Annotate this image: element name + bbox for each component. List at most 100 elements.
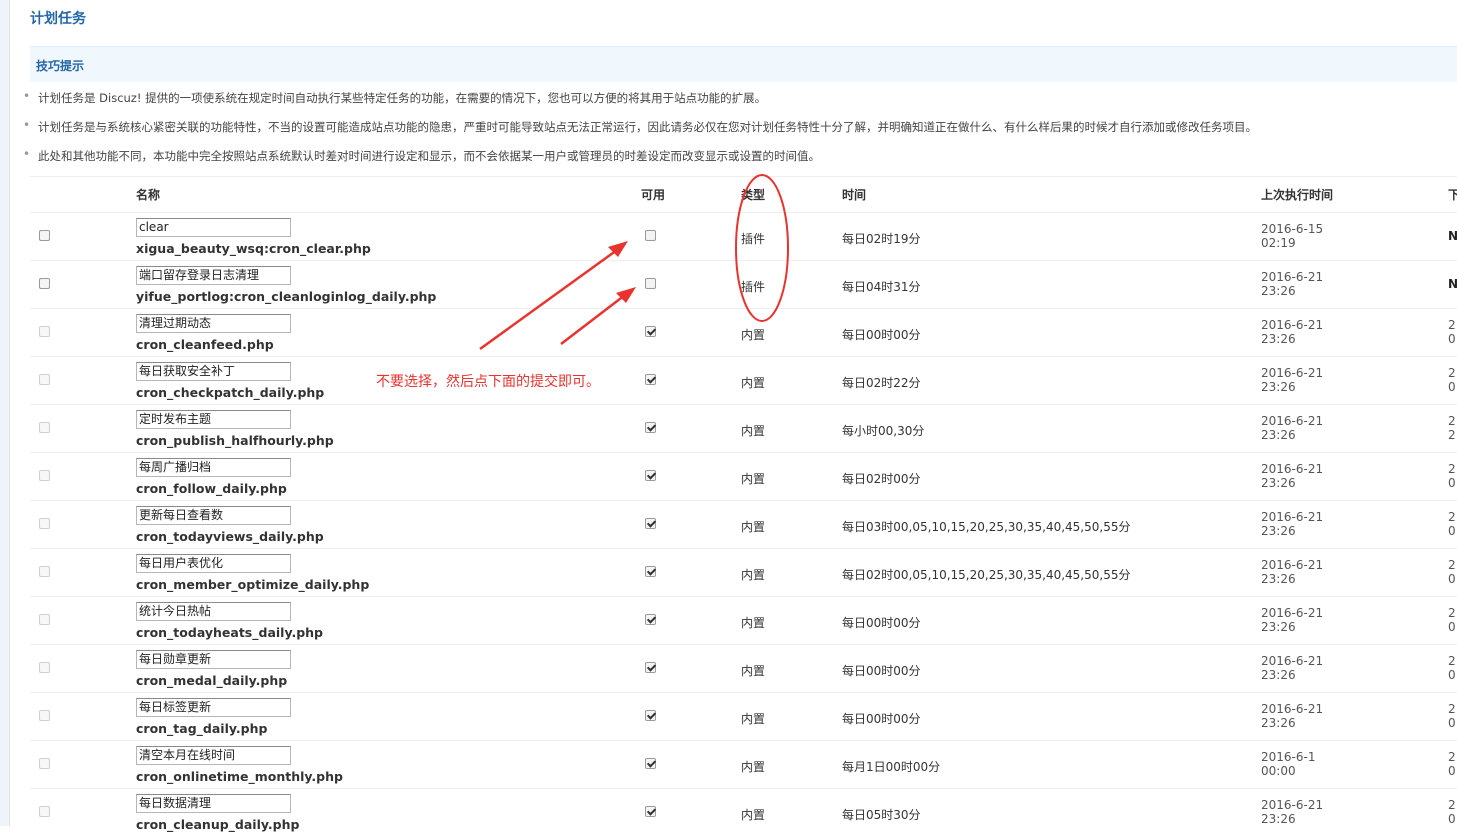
task-available-checkbox[interactable] — [645, 326, 656, 337]
row-select-checkbox[interactable] — [39, 278, 50, 289]
task-available-checkbox[interactable] — [645, 374, 656, 385]
next-run-line1: 2 — [1448, 558, 1456, 572]
table-row: 端口留存登录日志清理 yifue_portlog:cron_cleanloginl… — [30, 260, 1457, 309]
last-run-date: 2016-6-21 — [1261, 414, 1324, 428]
last-run-time: 00:00 — [1261, 764, 1296, 778]
task-script-filename: cron_tag_daily.php — [136, 721, 268, 736]
task-available-checkbox[interactable] — [645, 614, 656, 625]
last-run-time: 23:26 — [1261, 812, 1296, 826]
row-select-checkbox — [39, 662, 50, 673]
last-run-time: 23:26 — [1261, 620, 1296, 634]
task-last-run: 2016-6-21 23:26 — [1261, 606, 1323, 634]
task-type: 内置 — [741, 664, 766, 678]
table-row: 更新每日查看数 cron_todayviews_daily.php 内置 每日03时0… — [30, 500, 1457, 549]
last-run-time: 23:26 — [1261, 332, 1296, 346]
task-available-checkbox[interactable] — [645, 470, 656, 481]
task-schedule: 每日04时31分 — [842, 280, 921, 294]
next-run-line2: 0 — [1448, 332, 1456, 346]
task-name-input[interactable]: 定时发布主题 — [136, 410, 291, 429]
table-row: 每日勋章更新 cron_medal_daily.php 内置 每日00时00分 2016… — [30, 644, 1457, 693]
task-script-filename: cron_checkpatch_daily.php — [136, 385, 325, 400]
task-schedule: 每日02时00,05,10,15,20,25,30,35,40,45,50,55… — [842, 568, 1131, 582]
task-type: 内置 — [741, 520, 766, 534]
row-select-checkbox — [39, 758, 50, 769]
task-type: 内置 — [741, 712, 766, 726]
task-name-input[interactable]: 清空本月在线时间 — [136, 746, 291, 765]
task-name-input[interactable]: 每日勋章更新 — [136, 650, 291, 669]
task-available-checkbox[interactable] — [645, 806, 656, 817]
last-run-date: 2016-6-21 — [1261, 462, 1324, 476]
task-name-input[interactable]: 统计今日热帖 — [136, 602, 291, 621]
task-next-run: 20 — [1448, 750, 1456, 778]
task-available-checkbox[interactable] — [645, 230, 656, 241]
task-name-input[interactable]: 清理过期动态 — [136, 314, 291, 333]
last-run-date: 2016-6-21 — [1261, 606, 1324, 620]
task-next-run: 20 — [1448, 654, 1456, 682]
next-run-line2: 0 — [1448, 764, 1456, 778]
task-type: 内置 — [741, 616, 766, 630]
column-header-name: 名称 — [136, 188, 161, 202]
task-name-input[interactable]: 端口留存登录日志清理 — [136, 266, 291, 285]
column-header-available: 可用 — [641, 188, 666, 202]
task-name-input[interactable]: clear — [136, 218, 291, 237]
task-last-run: 2016-6-15 02:19 — [1261, 222, 1323, 250]
next-run-line2: 0 — [1448, 572, 1456, 586]
task-next-run: 20 — [1448, 702, 1456, 730]
task-available-checkbox[interactable] — [645, 422, 656, 433]
task-schedule: 每日00时00分 — [842, 328, 921, 342]
next-run-line1: 2 — [1448, 414, 1456, 428]
task-available-checkbox[interactable] — [645, 278, 656, 289]
last-run-date: 2016-6-1 — [1261, 750, 1316, 764]
annotation-text: 不要选择，然后点下面的提交即可。 — [376, 374, 600, 390]
table-row: 每周广播归档 cron_follow_daily.php 内置 每日02时00分 201… — [30, 452, 1457, 501]
task-name-input[interactable]: 每日数据清理 — [136, 794, 291, 813]
table-row: 清空本月在线时间 cron_onlinetime_monthly.php 内置 每月1… — [30, 740, 1457, 789]
task-type: 内置 — [741, 328, 766, 342]
task-available-checkbox[interactable] — [645, 566, 656, 577]
next-run-line1: 2 — [1448, 702, 1456, 716]
next-run-line1: N — [1448, 229, 1457, 243]
task-schedule: 每小时00,30分 — [842, 424, 925, 438]
task-available-checkbox[interactable] — [645, 710, 656, 721]
last-run-time: 23:26 — [1261, 572, 1296, 586]
tip-item: 此处和其他功能不同，本功能中完全按照站点系统默认时差对时间进行设定和显示，而不会… — [23, 147, 820, 164]
table-row: 每日用户表优化 cron_member_optimize_daily.php 内置 每… — [30, 548, 1457, 597]
task-last-run: 2016-6-21 23:26 — [1261, 558, 1323, 586]
task-last-run: 2016-6-21 23:26 — [1261, 510, 1323, 538]
task-name-input[interactable]: 每日获取安全补丁 — [136, 362, 291, 381]
tips-header: 技巧提示 — [30, 46, 1457, 82]
next-run-line1: 2 — [1448, 750, 1456, 764]
last-run-date: 2016-6-21 — [1261, 510, 1324, 524]
table-row: clear xigua_beauty_wsq:cron_clear.php 插件 每日… — [30, 212, 1457, 261]
last-run-date: 2016-6-21 — [1261, 318, 1324, 332]
task-available-checkbox[interactable] — [645, 662, 656, 673]
task-available-checkbox[interactable] — [645, 518, 656, 529]
task-available-checkbox[interactable] — [645, 758, 656, 769]
row-select-checkbox — [39, 374, 50, 385]
task-next-run: N — [1448, 229, 1457, 243]
task-last-run: 2016-6-21 23:26 — [1261, 270, 1323, 298]
last-run-date: 2016-6-21 — [1261, 366, 1324, 380]
task-type: 插件 — [741, 232, 766, 246]
task-name-input[interactable]: 每日标签更新 — [136, 698, 291, 717]
next-run-line2: 0 — [1448, 524, 1456, 538]
task-next-run: 20 — [1448, 606, 1456, 634]
row-select-checkbox[interactable] — [39, 230, 50, 241]
task-last-run: 2016-6-21 23:26 — [1261, 414, 1323, 442]
task-name-input[interactable]: 更新每日查看数 — [136, 506, 291, 525]
column-header-next-run: 下 — [1448, 188, 1457, 202]
task-name-input[interactable]: 每日用户表优化 — [136, 554, 291, 573]
task-last-run: 2016-6-1 00:00 — [1261, 750, 1315, 778]
task-name-input[interactable]: 每周广播归档 — [136, 458, 291, 477]
task-last-run: 2016-6-21 23:26 — [1261, 366, 1323, 394]
task-script-filename: cron_follow_daily.php — [136, 481, 287, 496]
next-run-line1: N — [1448, 277, 1457, 291]
task-script-filename: cron_cleanfeed.php — [136, 337, 274, 352]
next-run-line1: 2 — [1448, 798, 1456, 812]
tips-title: 技巧提示 — [36, 59, 85, 73]
table-row: 每日数据清理 cron_cleanup_daily.php 内置 每日05时30分 20… — [30, 788, 1457, 837]
task-last-run: 2016-6-21 23:26 — [1261, 462, 1323, 490]
task-schedule: 每日05时30分 — [842, 808, 921, 822]
task-schedule: 每日00时00分 — [842, 664, 921, 678]
row-select-checkbox — [39, 518, 50, 529]
